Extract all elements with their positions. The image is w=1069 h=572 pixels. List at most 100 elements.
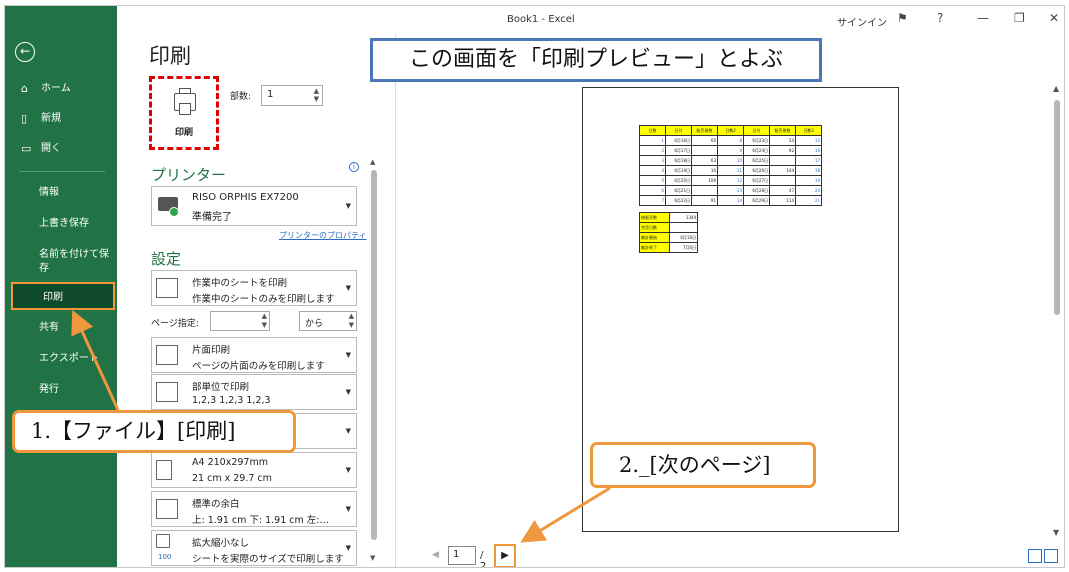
info-icon[interactable]: i xyxy=(349,162,359,172)
sheet-cell: 12 xyxy=(717,175,744,186)
excel-window: ← ⌂ ホーム ▯ 新規 ▭ 開く 情報 上書き保存 名前を付けて保存 印刷 共有 エ… xyxy=(4,5,1065,568)
option-label: 部単位で印刷 xyxy=(192,382,250,393)
print-what-select[interactable]: 作業中のシートを印刷 作業中のシートのみを印刷します ▼ xyxy=(151,270,357,306)
option-desc: 作業中のシートのみを印刷します xyxy=(192,294,335,305)
show-margins-icon[interactable] xyxy=(1028,549,1042,563)
sheet-cell: 9 xyxy=(717,145,744,156)
scroll-down-icon[interactable]: ▼ xyxy=(1053,528,1059,537)
zoom-page-icon[interactable] xyxy=(1044,549,1058,563)
sidebar-item-export[interactable]: エクスポート xyxy=(5,352,117,366)
page-title: 印刷 xyxy=(149,44,191,68)
sheet-cell: 3 xyxy=(639,155,666,166)
page-to-input[interactable]: ▲ ▼ xyxy=(299,311,357,331)
table-row: 5 6月20日 109 12 6月27日 19 xyxy=(639,175,822,186)
printer-properties-link[interactable]: プリンターのプロパティ xyxy=(279,230,367,241)
annotation-print-preview: この画面を「印刷プレビュー」とよぶ xyxy=(370,38,822,82)
sidebar-item-open[interactable]: ▭ 開く xyxy=(5,142,117,156)
sheet-cell: 54 xyxy=(769,135,796,146)
summary-value: 7月6日 xyxy=(669,242,698,253)
back-arrow-icon[interactable]: ← xyxy=(15,42,35,62)
paper-size-select[interactable]: A4 210x297mm 21 cm x 29.7 cm ▼ xyxy=(151,452,357,488)
settings-scrollbar[interactable]: ▲ ▼ xyxy=(370,158,378,564)
sidebar-item-print[interactable]: 印刷 xyxy=(11,282,115,310)
sidebar-item-info[interactable]: 情報 xyxy=(5,186,117,200)
option-label: 作業中のシートを印刷 xyxy=(192,278,288,289)
next-page-button[interactable]: ▶ xyxy=(494,544,516,567)
sheet-cell: 63 xyxy=(691,155,718,166)
sidebar-item-share[interactable]: 共有 xyxy=(5,321,117,335)
print-button[interactable]: 印刷 xyxy=(149,76,219,150)
spinner-icon[interactable]: ▲ ▼ xyxy=(262,312,267,330)
title-bar: Book1 - Excel サインイン ⚑ ? — ❐ ✕ xyxy=(117,6,1064,34)
chevron-down-icon: ▼ xyxy=(345,466,351,474)
signin-link[interactable]: サインイン xyxy=(837,14,887,29)
page-from-input[interactable]: ▲ ▼ xyxy=(210,311,270,331)
table-row: 6 6月21日 13 6月28日 47 20 xyxy=(639,185,822,196)
feedback-icon[interactable]: ⚑ xyxy=(897,11,908,25)
sheet-cell: 6月18日 xyxy=(665,155,692,166)
sheet-cell: 20 xyxy=(795,185,822,196)
printer-select[interactable]: RISO ORPHIS EX7200 準備完了 ▼ xyxy=(151,186,357,226)
sheet-cell: 4 xyxy=(639,165,666,176)
table-row: 4 6月19日 16 11 6月26日 144 18 xyxy=(639,165,822,176)
chevron-down-icon: ▼ xyxy=(345,544,351,552)
sides-select[interactable]: 片面印刷 ページの片面のみを印刷します ▼ xyxy=(151,337,357,373)
settings-section-heading: 設定 xyxy=(151,250,182,268)
table-row: 完売日数 xyxy=(639,222,698,233)
margins-select[interactable]: 標準の余白 上: 1.91 cm 下: 1.91 cm 左:… ▼ xyxy=(151,491,357,527)
total-pages: / 2 xyxy=(480,550,487,568)
minimize-icon[interactable]: — xyxy=(977,11,989,25)
sidebar-item-publish[interactable]: 発行 xyxy=(5,383,117,397)
scroll-thumb[interactable] xyxy=(1054,100,1060,315)
summary-value: 1344 xyxy=(669,212,698,223)
annotation-step-1: 1.【ファイル】[印刷] xyxy=(12,410,296,453)
spinner-icon[interactable]: ▲ ▼ xyxy=(349,312,354,330)
scroll-up-icon[interactable]: ▲ xyxy=(370,158,375,166)
scroll-thumb[interactable] xyxy=(371,170,377,540)
sheet-cell: 114 xyxy=(769,195,796,206)
sidebar-item-save-as[interactable]: 名前を付けて保存 xyxy=(5,248,109,276)
restore-icon[interactable]: ❐ xyxy=(1014,11,1025,25)
printer-name: RISO ORPHIS EX7200 xyxy=(192,192,299,203)
sheet-cell: 16 xyxy=(795,145,822,156)
sidebar-item-new[interactable]: ▯ 新規 xyxy=(5,112,117,126)
scaling-icon xyxy=(156,534,170,548)
sheet-cell xyxy=(769,175,796,186)
table-row: 集計終了 7月6日 xyxy=(639,242,698,253)
sheet-cell: 60 xyxy=(691,135,718,146)
table-row: 総販売数 1344 xyxy=(639,212,698,223)
help-icon[interactable]: ? xyxy=(937,11,943,25)
sheet-cell: 10 xyxy=(717,155,744,166)
summary-value: 6月16日 xyxy=(669,232,698,243)
sidebar-item-home[interactable]: ⌂ ホーム xyxy=(5,82,117,96)
chevron-down-icon: ▼ xyxy=(345,388,351,396)
scaling-select[interactable]: 100 拡大縮小なし シートを実際のサイズで印刷します ▼ xyxy=(151,530,357,566)
spinner-icon[interactable]: ▲ ▼ xyxy=(314,87,319,103)
close-icon[interactable]: ✕ xyxy=(1049,11,1059,25)
scroll-up-icon[interactable]: ▲ xyxy=(1053,84,1059,93)
sheet-cell: 1 xyxy=(639,135,666,146)
sheet-header-row: 日数 日付 販売冊数 日数2 日付 販売冊数 日数3 xyxy=(639,125,822,136)
summary-value xyxy=(669,222,698,233)
sheet-cell: 6月29日 xyxy=(743,195,770,206)
sheet-cell xyxy=(691,185,718,196)
sheet-cell: 91 xyxy=(691,195,718,206)
sheet-cell: 2 xyxy=(639,145,666,156)
sidebar-item-save[interactable]: 上書き保存 xyxy=(5,217,117,231)
print-button-label: 印刷 xyxy=(174,128,193,138)
table-row: 1 6月16日 60 8 6月23日 54 15 xyxy=(639,135,822,146)
scroll-down-icon[interactable]: ▼ xyxy=(370,554,375,562)
preview-scrollbar[interactable]: ▲ ▼ xyxy=(1052,84,1062,539)
chevron-down-icon: ▼ xyxy=(345,351,351,359)
current-page-input[interactable]: 1 xyxy=(448,546,476,565)
copies-input[interactable]: 1 ▲ ▼ xyxy=(261,85,323,106)
sheet-cell: 5 xyxy=(639,175,666,186)
previous-page-icon[interactable]: ◀ xyxy=(432,550,439,560)
collate-select[interactable]: 部単位で印刷 1,2,3 1,2,3 1,2,3 ▼ xyxy=(151,374,357,410)
sheet-cell: 6月17日 xyxy=(665,145,692,156)
sheet-cell: 6月21日 xyxy=(665,185,692,196)
sheet-header-cell: 日付 xyxy=(743,125,770,136)
single-side-icon xyxy=(156,345,178,365)
sheet-header-cell: 日数2 xyxy=(717,125,744,136)
table-row: 2 6月17日 9 6月24日 92 16 xyxy=(639,145,822,156)
